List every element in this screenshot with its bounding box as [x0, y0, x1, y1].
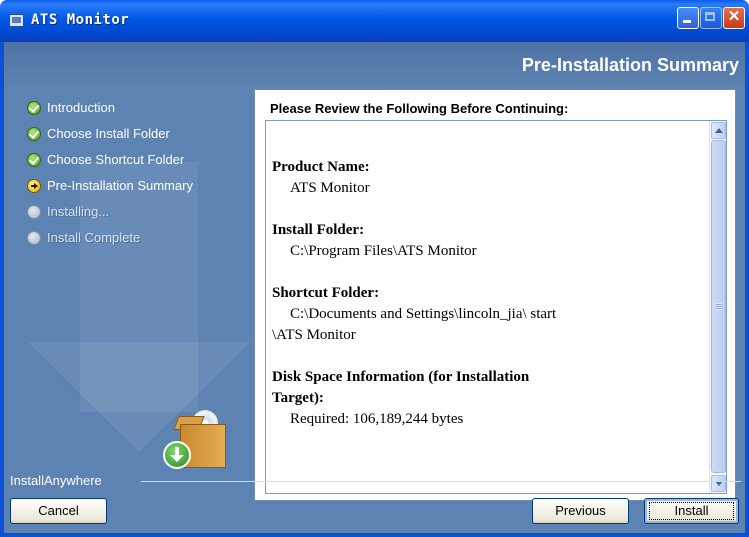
window-frame-bottom — [0, 533, 749, 537]
install-button[interactable]: Install — [644, 498, 739, 524]
window-frame-right — [745, 42, 749, 537]
step-label: Install Complete — [47, 230, 141, 245]
summary-content: Product Name: ATS Monitor Install Folder… — [272, 157, 702, 430]
scroll-down-button[interactable] — [711, 475, 726, 492]
check-circle-icon — [27, 101, 41, 115]
title-bar: ATS Monitor ✕ — [0, 0, 749, 42]
summary-scroll-area[interactable]: Product Name: ATS Monitor Install Folder… — [265, 120, 727, 494]
scroll-thumb[interactable] — [711, 140, 726, 473]
product-name-value: ATS Monitor — [290, 180, 370, 196]
arrow-circle-icon — [27, 179, 41, 193]
previous-button[interactable]: Previous — [532, 498, 629, 524]
page-title: Pre-Installation Summary — [521, 55, 739, 75]
empty-circle-icon — [27, 231, 41, 245]
step-label: Introduction — [47, 100, 115, 115]
minimize-button[interactable] — [677, 7, 699, 29]
disk-space-label: Disk Space Information (for Installation — [272, 369, 530, 385]
shortcut-folder-value: C:\Documents and Settings\lincoln_jia\ s… — [290, 306, 557, 322]
step-label: Choose Shortcut Folder — [47, 152, 185, 167]
install-folder-label: Install Folder: — [272, 222, 365, 238]
shortcut-folder-value-continued: \ATS Monitor — [272, 327, 356, 343]
cancel-button-label: Cancel — [38, 503, 79, 518]
disk-space-value: Required: 106,189,244 bytes — [290, 411, 464, 427]
disk-space-label-continued: Target): — [272, 390, 324, 406]
shortcut-folder-label: Shortcut Folder: — [272, 285, 380, 301]
header-strip: Pre-Installation Summary — [4, 42, 745, 86]
window-title: ATS Monitor — [31, 12, 130, 28]
summary-heading: Please Review the Following Before Conti… — [270, 101, 569, 116]
close-icon: ✕ — [727, 8, 741, 25]
check-circle-icon — [27, 127, 41, 141]
step-label: Choose Install Folder — [47, 126, 170, 141]
empty-circle-icon — [27, 205, 41, 219]
summary-panel: Please Review the Following Before Conti… — [254, 89, 736, 501]
install-button-label: Install — [674, 503, 709, 518]
install-folder-value: C:\Program Files\ATS Monitor — [290, 243, 477, 259]
scroll-up-button[interactable] — [711, 122, 726, 139]
check-circle-icon — [27, 153, 41, 167]
step-label: Installing... — [47, 204, 110, 219]
step-label: Pre-Installation Summary — [47, 178, 193, 193]
product-name-label: Product Name: — [272, 159, 370, 175]
app-icon — [9, 14, 24, 27]
footer-divider — [141, 481, 741, 482]
close-button[interactable]: ✕ — [723, 7, 745, 29]
download-arrow-icon — [163, 441, 191, 469]
maximize-button[interactable] — [700, 7, 722, 29]
vertical-scrollbar[interactable] — [709, 121, 726, 493]
installer-body: Pre-Installation Summary Introduction Ch… — [4, 42, 745, 533]
brand-label: InstallAnywhere — [10, 473, 102, 488]
grip-icon — [716, 303, 722, 310]
previous-button-label: Previous — [555, 503, 606, 518]
cancel-button[interactable]: Cancel — [10, 498, 107, 524]
